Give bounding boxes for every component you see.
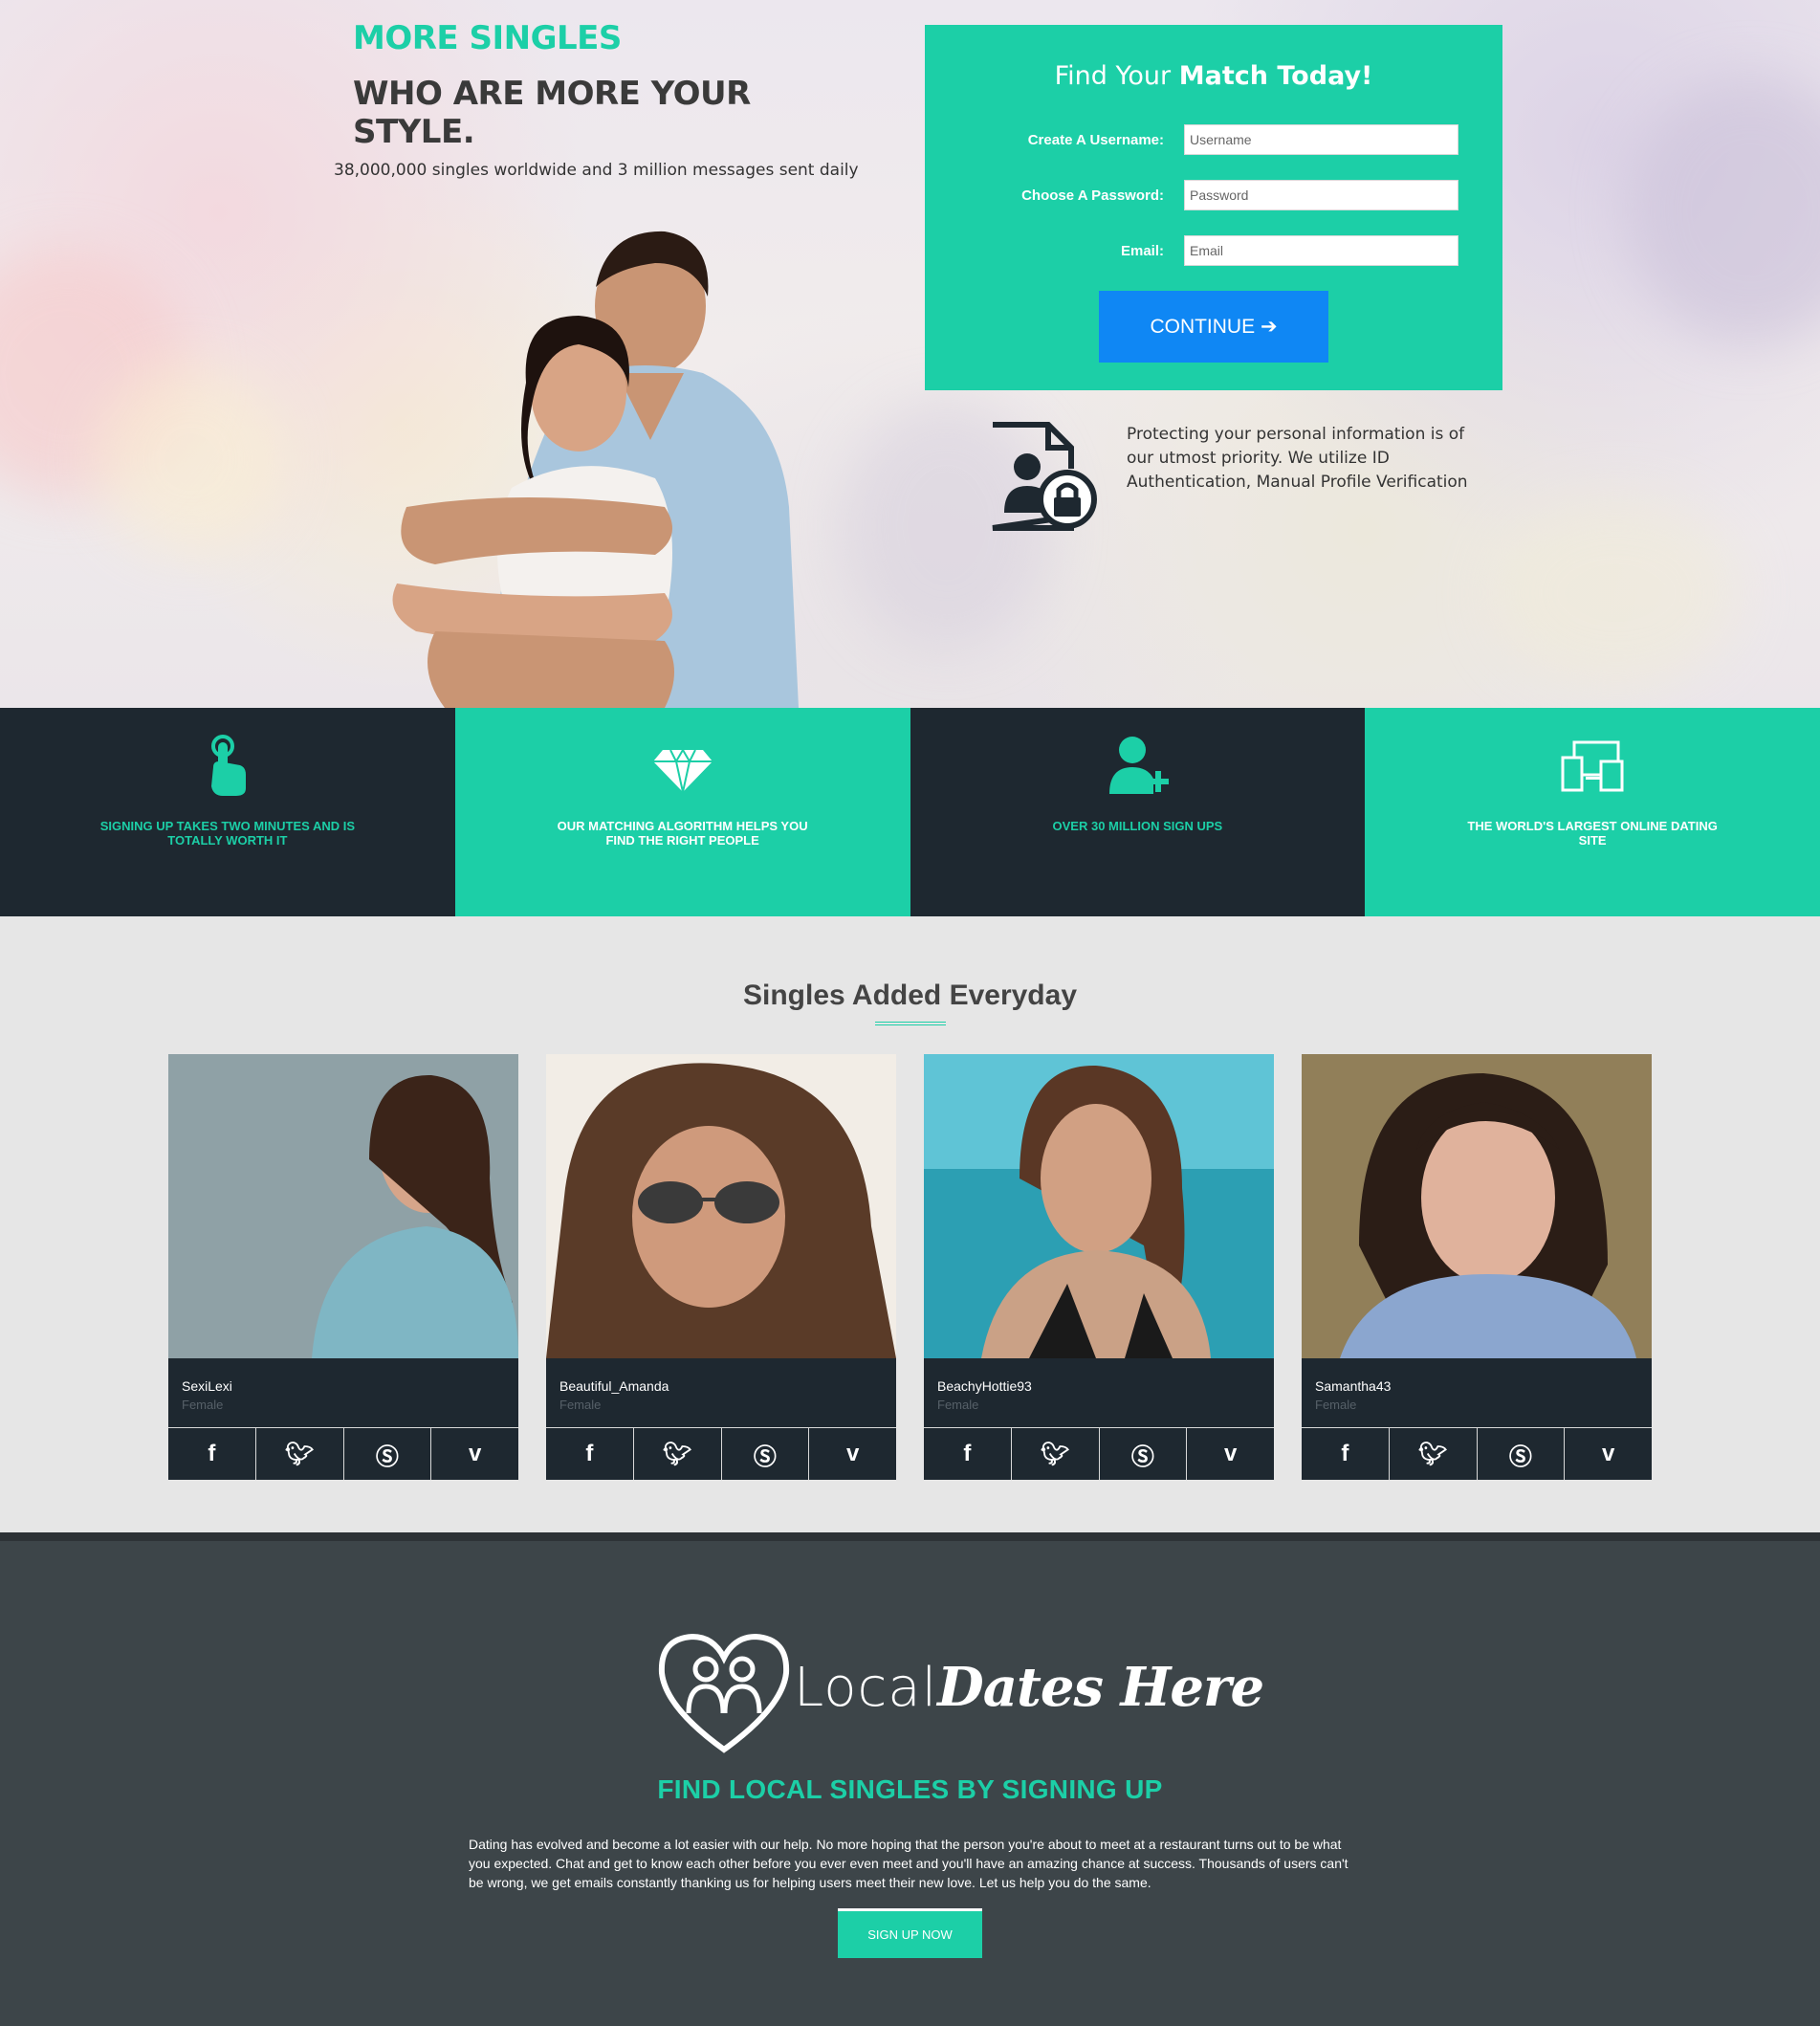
singles-section-title: Singles Added Everyday (742, 980, 1077, 1011)
facebook-icon[interactable]: f (168, 1428, 256, 1480)
profile-social-links: f 🐦︎ Ⓢ v (546, 1427, 896, 1480)
bokeh-light (1626, 77, 1820, 344)
profile-name: BeachyHottie93 (937, 1378, 1032, 1394)
feature-text: SIGNING UP TAKES TWO MINUTES AND IS TOTA… (99, 819, 356, 848)
profile-photo (168, 1054, 518, 1358)
profile-card[interactable]: SexiLexi Female f 🐦︎ Ⓢ v (168, 1054, 518, 1480)
profile-name: Beautiful_Amanda (559, 1378, 669, 1394)
email-row: Email: (925, 235, 1502, 266)
profile-gender: Female (937, 1398, 979, 1412)
twitter-icon[interactable]: 🐦︎ (1390, 1428, 1478, 1480)
secure-profile-icon (992, 422, 1097, 531)
password-label: Choose A Password: (1021, 187, 1164, 204)
security-text: Protecting your personal information is … (1127, 425, 1468, 492)
sign-up-now-button[interactable]: SIGN UP NOW (838, 1908, 982, 1958)
profile-card[interactable]: BeachyHottie93 Female f 🐦︎ Ⓢ v (924, 1054, 1274, 1480)
email-input[interactable] (1184, 235, 1458, 266)
profile-name: SexiLexi (182, 1378, 232, 1394)
profile-photo (546, 1054, 896, 1358)
vimeo-icon[interactable]: v (431, 1428, 518, 1480)
skype-icon[interactable]: Ⓢ (1478, 1428, 1566, 1480)
signup-form-title: Find Your Match Today! (1054, 61, 1373, 91)
profile-social-links: f 🐦︎ Ⓢ v (924, 1427, 1274, 1480)
profile-card[interactable]: Samantha43 Female f 🐦︎ Ⓢ v (1302, 1054, 1652, 1480)
footer-section: LocalDates Here FIND LOCAL SINGLES BY SI… (0, 1532, 1820, 2026)
bokeh-light (1492, 497, 1741, 689)
footer-title: FIND LOCAL SINGLES BY SIGNING UP (657, 1774, 1163, 1804)
twitter-icon[interactable]: 🐦︎ (256, 1428, 344, 1480)
password-input[interactable] (1184, 180, 1458, 210)
feature-largest: THE WORLD'S LARGEST ONLINE DATING SITE (1365, 708, 1820, 916)
hero-tagline-main: WHO ARE MORE YOUR STYLE. (353, 75, 751, 151)
heart-couple-logo-icon (658, 1633, 790, 1753)
site-logo-text: LocalDates Here (794, 1656, 1264, 1719)
add-user-icon (1109, 737, 1170, 794)
features-strip: SIGNING UP TAKES TWO MINUTES AND IS TOTA… (0, 708, 1820, 916)
vimeo-icon[interactable]: v (1187, 1428, 1274, 1480)
feature-text: OVER 30 MILLION SIGN UPS (1052, 819, 1223, 833)
feature-signup-time: SIGNING UP TAKES TWO MINUTES AND IS TOTA… (0, 708, 455, 916)
hero-section: MORE SINGLES WHO ARE MORE YOUR STYLE. 38… (0, 0, 1820, 708)
footer-about-text: Dating has evolved and become a lot easi… (469, 1837, 1349, 1890)
vimeo-icon[interactable]: v (1565, 1428, 1652, 1480)
skype-icon[interactable]: Ⓢ (1100, 1428, 1188, 1480)
feature-signups: OVER 30 MILLION SIGN UPS (910, 708, 1366, 916)
profile-name: Samantha43 (1315, 1378, 1392, 1394)
username-row: Create A Username: (925, 124, 1502, 155)
username-label: Create A Username: (1027, 132, 1164, 148)
profile-gender: Female (1315, 1398, 1357, 1412)
hero-stat-line: 38,000,000 singles worldwide and 3 milli… (334, 161, 859, 180)
facebook-icon[interactable]: f (546, 1428, 634, 1480)
diamond-icon (652, 749, 713, 793)
vimeo-icon[interactable]: v (809, 1428, 896, 1480)
profile-photo (924, 1054, 1274, 1358)
couple-photo (392, 231, 799, 708)
password-row: Choose A Password: (925, 180, 1502, 210)
profile-social-links: f 🐦︎ Ⓢ v (168, 1427, 518, 1480)
tap-hand-icon (210, 735, 246, 796)
feature-text: OUR MATCHING ALGORITHM HELPS YOU FIND TH… (557, 819, 808, 848)
profile-social-links: f 🐦︎ Ⓢ v (1302, 1427, 1652, 1480)
skype-icon[interactable]: Ⓢ (722, 1428, 810, 1480)
profile-gender: Female (559, 1398, 602, 1412)
hero-tagline-top: MORE SINGLES (353, 19, 622, 57)
profile-gender: Female (182, 1398, 224, 1412)
twitter-icon[interactable]: 🐦︎ (634, 1428, 722, 1480)
profile-card[interactable]: Beautiful_Amanda Female f 🐦︎ Ⓢ v (546, 1054, 896, 1480)
feature-text: THE WORLD'S LARGEST ONLINE DATING SITE (1467, 819, 1718, 848)
facebook-icon[interactable]: f (924, 1428, 1012, 1480)
facebook-icon[interactable]: f (1302, 1428, 1390, 1480)
devices-icon (1561, 740, 1624, 792)
signup-form: Find Your Match Today! Create A Username… (925, 25, 1502, 390)
skype-icon[interactable]: Ⓢ (344, 1428, 432, 1480)
title-divider (875, 1022, 946, 1025)
bokeh-light (96, 363, 287, 555)
feature-matching: OUR MATCHING ALGORITHM HELPS YOU FIND TH… (454, 708, 910, 916)
profile-photo (1302, 1054, 1652, 1358)
continue-button[interactable]: CONTINUE ➔ (1099, 291, 1328, 363)
email-label: Email: (1120, 243, 1164, 259)
twitter-icon[interactable]: 🐦︎ (1012, 1428, 1100, 1480)
username-input[interactable] (1184, 124, 1458, 155)
